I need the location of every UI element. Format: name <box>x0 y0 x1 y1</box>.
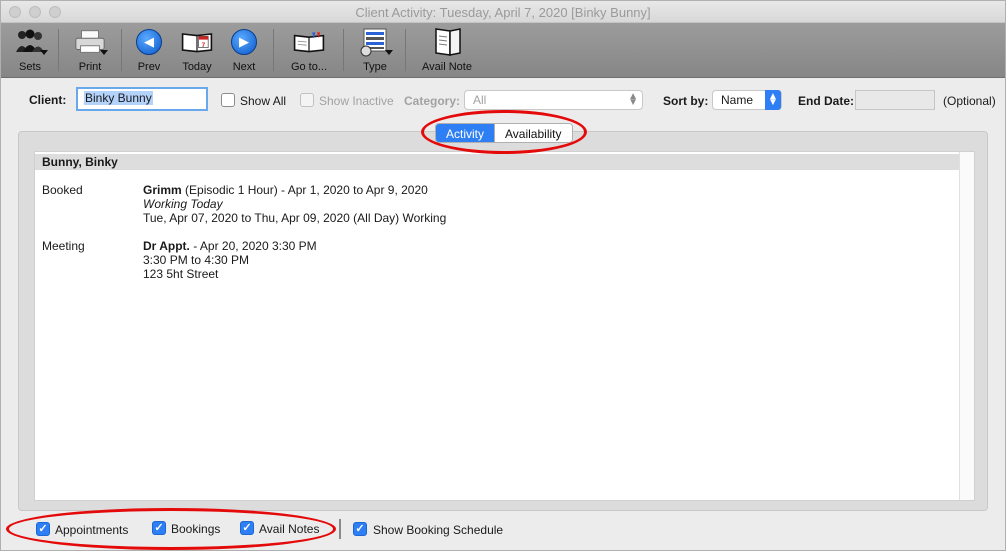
show-inactive-label: Show Inactive <box>319 94 394 108</box>
arrow-left-icon: ◀ <box>133 27 165 57</box>
calendar-icon: 7 <box>181 27 213 57</box>
today-button[interactable]: 7 Today <box>175 23 219 78</box>
optional-label: (Optional) <box>943 94 996 108</box>
meeting-label: Meeting <box>42 239 85 253</box>
category-label: Category: <box>404 94 461 108</box>
type-button[interactable]: Type <box>355 23 395 78</box>
enddate-input[interactable] <box>855 90 935 110</box>
toolbar: Sets Print ◀ Prev 7 Today ▶ Next Go to..… <box>1 23 1005 78</box>
show-booking-schedule-label: Show Booking Schedule <box>373 523 504 537</box>
svg-text:7: 7 <box>202 42 206 49</box>
sortby-label: Sort by: <box>663 94 709 108</box>
activity-list: Bunny, Binky Booked Grimm (Episodic 1 Ho… <box>34 151 975 501</box>
goto-label: Go to... <box>290 61 328 73</box>
filter-bar: Client: Binky Bunny Show All Show Inacti… <box>1 79 1005 123</box>
avail-note-label: Avail Note <box>422 61 472 73</box>
enddate-label: End Date: <box>798 94 855 108</box>
printer-icon <box>74 27 108 57</box>
client-input[interactable]: Binky Bunny <box>76 87 208 111</box>
client-group-header: Bunny, Binky <box>35 154 961 170</box>
sets-button[interactable]: Sets <box>9 23 51 78</box>
arrow-right-icon: ▶ <box>228 27 260 57</box>
print-label: Print <box>78 61 102 73</box>
bottom-divider <box>339 519 341 539</box>
list-scrollbar[interactable] <box>959 152 974 500</box>
prev-button[interactable]: ◀ Prev <box>129 23 169 78</box>
tab-activity[interactable]: Activity <box>436 124 495 142</box>
booked-status-line: Working Today <box>143 197 223 211</box>
sets-label: Sets <box>18 61 41 73</box>
client-label: Client: <box>29 93 67 107</box>
appointments-label: Appointments <box>55 523 129 537</box>
client-activity-window: Client Activity: Tuesday, April 7, 2020 … <box>0 0 1006 551</box>
bookings-checkbox[interactable]: ✓ <box>152 521 166 535</box>
booked-title-line[interactable]: Grimm (Episodic 1 Hour) - Apr 1, 2020 to… <box>143 183 428 197</box>
title-bar: Client Activity: Tuesday, April 7, 2020 … <box>1 1 1005 23</box>
meeting-location-line: 123 5ht Street <box>143 267 219 281</box>
tab-availability[interactable]: Availability <box>494 124 572 142</box>
show-booking-schedule-checkbox[interactable]: ✓ <box>353 522 367 536</box>
people-icon <box>14 27 48 57</box>
list-type-icon <box>359 27 393 57</box>
updown-chevron-icon: ▲ ▼ <box>628 91 638 108</box>
show-all-checkbox[interactable] <box>221 93 235 107</box>
booked-dates-line: Tue, Apr 07, 2020 to Thu, Apr 09, 2020 (… <box>143 211 447 225</box>
avail-notes-label: Avail Notes <box>259 522 320 536</box>
bottom-options: ✓ Appointments ✓ Bookings ✓ Avail Notes … <box>1 513 1005 550</box>
prev-label: Prev <box>137 61 161 73</box>
show-inactive-checkbox[interactable] <box>300 93 314 107</box>
show-all-label: Show All <box>240 94 287 108</box>
avail-notes-checkbox[interactable]: ✓ <box>240 521 254 535</box>
bookings-label: Bookings <box>171 522 221 536</box>
view-tabs: Activity Availability <box>435 123 573 143</box>
sortby-select[interactable]: Name ▲ ▼ <box>712 90 782 110</box>
type-label: Type <box>363 61 387 73</box>
avail-note-button[interactable]: Avail Note <box>415 23 479 78</box>
today-label: Today <box>182 61 212 73</box>
category-select[interactable]: All ▲ ▼ <box>464 90 643 110</box>
next-label: Next <box>232 61 256 73</box>
goto-button[interactable]: Go to... <box>283 23 335 78</box>
book-icon <box>293 27 325 57</box>
updown-chevron-icon: ▲ ▼ <box>765 90 781 110</box>
meeting-title-line[interactable]: Dr Appt. - Apr 20, 2020 3:30 PM <box>143 239 317 253</box>
notebook-icon <box>431 27 463 57</box>
window-title: Client Activity: Tuesday, April 7, 2020 … <box>355 5 651 20</box>
meeting-time-line: 3:30 PM to 4:30 PM <box>143 253 250 267</box>
booked-label: Booked <box>42 183 83 197</box>
next-button[interactable]: ▶ Next <box>225 23 263 78</box>
appointments-checkbox[interactable]: ✓ <box>36 522 50 536</box>
print-button[interactable]: Print <box>67 23 113 78</box>
